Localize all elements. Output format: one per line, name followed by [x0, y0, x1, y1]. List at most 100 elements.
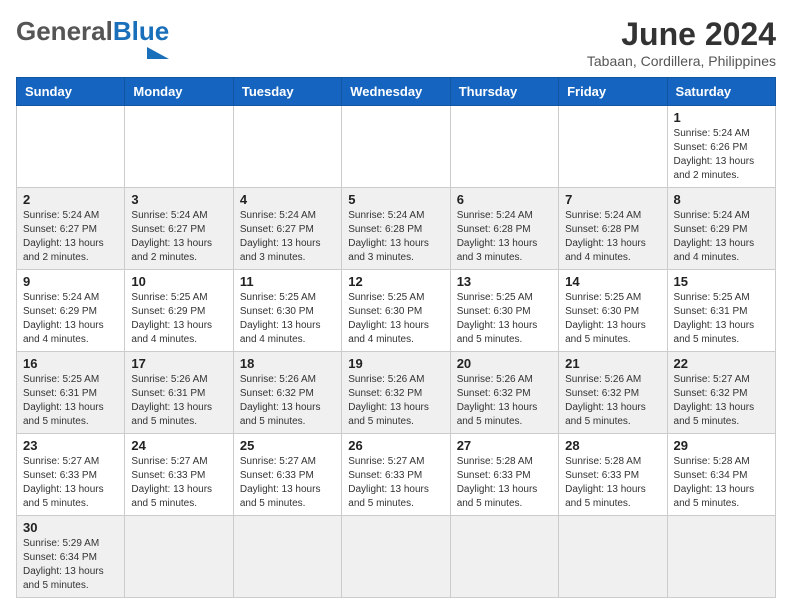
calendar-cell: [450, 516, 558, 598]
weekday-header-friday: Friday: [559, 78, 667, 106]
day-number: 15: [674, 274, 769, 289]
calendar-cell: 26 Sunrise: 5:27 AM Sunset: 6:33 PM Dayli…: [342, 434, 450, 516]
day-info: Sunrise: 5:25 AM Sunset: 6:30 PM Dayligh…: [240, 291, 335, 347]
calendar-cell: [125, 106, 233, 188]
header: General Blue June 2024 Tabaan, Cordiller…: [16, 16, 776, 69]
day-info: Sunrise: 5:28 AM Sunset: 6:33 PM Dayligh…: [457, 455, 552, 511]
calendar-cell: 18 Sunrise: 5:26 AM Sunset: 6:32 PM Dayli…: [233, 352, 341, 434]
day-info: Sunrise: 5:24 AM Sunset: 6:29 PM Dayligh…: [674, 209, 769, 265]
calendar-cell: 14 Sunrise: 5:25 AM Sunset: 6:30 PM Dayli…: [559, 270, 667, 352]
calendar-cell: [17, 106, 125, 188]
calendar-cell: 25 Sunrise: 5:27 AM Sunset: 6:33 PM Dayli…: [233, 434, 341, 516]
calendar-cell: 6Sunrise: 5:24 AM Sunset: 6:28 PM Daylig…: [450, 188, 558, 270]
day-info: Sunrise: 5:24 AM Sunset: 6:28 PM Dayligh…: [457, 209, 552, 265]
calendar-cell: 28Sunrise: 5:28 AM Sunset: 6:33 PM Dayli…: [559, 434, 667, 516]
day-info: Sunrise: 5:27 AM Sunset: 6:33 PM Dayligh…: [131, 455, 226, 511]
day-number: 23: [23, 438, 118, 453]
calendar-week-row: 1Sunrise: 5:24 AM Sunset: 6:26 PM Daylig…: [17, 106, 776, 188]
day-info: Sunrise: 5:27 AM Sunset: 6:32 PM Dayligh…: [674, 373, 769, 429]
calendar-cell: 19 Sunrise: 5:26 AM Sunset: 6:32 PM Dayli…: [342, 352, 450, 434]
day-info: Sunrise: 5:26 AM Sunset: 6:32 PM Dayligh…: [457, 373, 552, 429]
logo-triangle-icon: [147, 47, 169, 59]
weekday-header-row: SundayMondayTuesdayWednesdayThursdayFrid…: [17, 78, 776, 106]
day-info: Sunrise: 5:24 AM Sunset: 6:29 PM Dayligh…: [23, 291, 118, 347]
calendar-cell: [233, 106, 341, 188]
day-info: Sunrise: 5:27 AM Sunset: 6:33 PM Dayligh…: [348, 455, 443, 511]
calendar-cell: 27 Sunrise: 5:28 AM Sunset: 6:33 PM Dayli…: [450, 434, 558, 516]
day-number: 18: [240, 356, 335, 371]
calendar-cell: 7 Sunrise: 5:24 AM Sunset: 6:28 PM Daylig…: [559, 188, 667, 270]
day-info: Sunrise: 5:24 AM Sunset: 6:27 PM Dayligh…: [23, 209, 118, 265]
calendar-cell: 11 Sunrise: 5:25 AM Sunset: 6:30 PM Dayli…: [233, 270, 341, 352]
calendar-week-row: 30 Sunrise: 5:29 AM Sunset: 6:34 PM Dayli…: [17, 516, 776, 598]
calendar-cell: 21Sunrise: 5:26 AM Sunset: 6:32 PM Dayli…: [559, 352, 667, 434]
day-number: 14: [565, 274, 660, 289]
day-info: Sunrise: 5:26 AM Sunset: 6:32 PM Dayligh…: [240, 373, 335, 429]
day-number: 30: [23, 520, 118, 535]
day-info: Sunrise: 5:24 AM Sunset: 6:27 PM Dayligh…: [131, 209, 226, 265]
day-number: 13: [457, 274, 552, 289]
calendar-week-row: 2 Sunrise: 5:24 AM Sunset: 6:27 PM Daylig…: [17, 188, 776, 270]
day-info: Sunrise: 5:24 AM Sunset: 6:28 PM Dayligh…: [348, 209, 443, 265]
day-number: 22: [674, 356, 769, 371]
calendar-cell: 30 Sunrise: 5:29 AM Sunset: 6:34 PM Dayli…: [17, 516, 125, 598]
weekday-header-monday: Monday: [125, 78, 233, 106]
calendar-cell: 16 Sunrise: 5:25 AM Sunset: 6:31 PM Dayli…: [17, 352, 125, 434]
calendar-cell: 10Sunrise: 5:25 AM Sunset: 6:29 PM Dayli…: [125, 270, 233, 352]
calendar-cell: 1Sunrise: 5:24 AM Sunset: 6:26 PM Daylig…: [667, 106, 775, 188]
calendar-cell: 8Sunrise: 5:24 AM Sunset: 6:29 PM Daylig…: [667, 188, 775, 270]
day-number: 17: [131, 356, 226, 371]
logo-blue-text: Blue: [113, 16, 169, 47]
day-info: Sunrise: 5:25 AM Sunset: 6:30 PM Dayligh…: [565, 291, 660, 347]
day-info: Sunrise: 5:25 AM Sunset: 6:31 PM Dayligh…: [674, 291, 769, 347]
calendar-cell: 2 Sunrise: 5:24 AM Sunset: 6:27 PM Daylig…: [17, 188, 125, 270]
day-number: 7: [565, 192, 660, 207]
day-number: 9: [23, 274, 118, 289]
calendar-cell: [342, 106, 450, 188]
logo-general-text: General: [16, 16, 113, 47]
calendar-cell: 22 Sunrise: 5:27 AM Sunset: 6:32 PM Dayli…: [667, 352, 775, 434]
day-number: 3: [131, 192, 226, 207]
day-number: 27: [457, 438, 552, 453]
calendar-cell: 5 Sunrise: 5:24 AM Sunset: 6:28 PM Daylig…: [342, 188, 450, 270]
calendar-cell: [342, 516, 450, 598]
calendar-week-row: 16 Sunrise: 5:25 AM Sunset: 6:31 PM Dayli…: [17, 352, 776, 434]
calendar-cell: 15 Sunrise: 5:25 AM Sunset: 6:31 PM Dayli…: [667, 270, 775, 352]
calendar-cell: [450, 106, 558, 188]
day-number: 11: [240, 274, 335, 289]
calendar-cell: 13Sunrise: 5:25 AM Sunset: 6:30 PM Dayli…: [450, 270, 558, 352]
page-container: General Blue June 2024 Tabaan, Cordiller…: [16, 16, 776, 598]
day-info: Sunrise: 5:26 AM Sunset: 6:32 PM Dayligh…: [565, 373, 660, 429]
day-info: Sunrise: 5:26 AM Sunset: 6:31 PM Dayligh…: [131, 373, 226, 429]
weekday-header-thursday: Thursday: [450, 78, 558, 106]
calendar-cell: 17 Sunrise: 5:26 AM Sunset: 6:31 PM Dayli…: [125, 352, 233, 434]
calendar-cell: [233, 516, 341, 598]
day-number: 26: [348, 438, 443, 453]
day-number: 19: [348, 356, 443, 371]
calendar-cell: 3 Sunrise: 5:24 AM Sunset: 6:27 PM Daylig…: [125, 188, 233, 270]
day-number: 5: [348, 192, 443, 207]
day-number: 4: [240, 192, 335, 207]
day-number: 25: [240, 438, 335, 453]
location-title: Tabaan, Cordillera, Philippines: [587, 53, 776, 69]
calendar-cell: 4Sunrise: 5:24 AM Sunset: 6:27 PM Daylig…: [233, 188, 341, 270]
day-number: 16: [23, 356, 118, 371]
day-info: Sunrise: 5:25 AM Sunset: 6:30 PM Dayligh…: [348, 291, 443, 347]
weekday-header-sunday: Sunday: [17, 78, 125, 106]
day-number: 28: [565, 438, 660, 453]
day-info: Sunrise: 5:29 AM Sunset: 6:34 PM Dayligh…: [23, 537, 118, 593]
calendar-cell: 9 Sunrise: 5:24 AM Sunset: 6:29 PM Daylig…: [17, 270, 125, 352]
calendar-cell: 20Sunrise: 5:26 AM Sunset: 6:32 PM Dayli…: [450, 352, 558, 434]
day-info: Sunrise: 5:27 AM Sunset: 6:33 PM Dayligh…: [240, 455, 335, 511]
day-number: 2: [23, 192, 118, 207]
weekday-header-tuesday: Tuesday: [233, 78, 341, 106]
day-info: Sunrise: 5:24 AM Sunset: 6:28 PM Dayligh…: [565, 209, 660, 265]
day-info: Sunrise: 5:25 AM Sunset: 6:29 PM Dayligh…: [131, 291, 226, 347]
day-info: Sunrise: 5:26 AM Sunset: 6:32 PM Dayligh…: [348, 373, 443, 429]
calendar-cell: [559, 106, 667, 188]
logo-area: General Blue: [16, 16, 169, 59]
day-number: 29: [674, 438, 769, 453]
day-info: Sunrise: 5:25 AM Sunset: 6:31 PM Dayligh…: [23, 373, 118, 429]
day-info: Sunrise: 5:27 AM Sunset: 6:33 PM Dayligh…: [23, 455, 118, 511]
day-number: 12: [348, 274, 443, 289]
